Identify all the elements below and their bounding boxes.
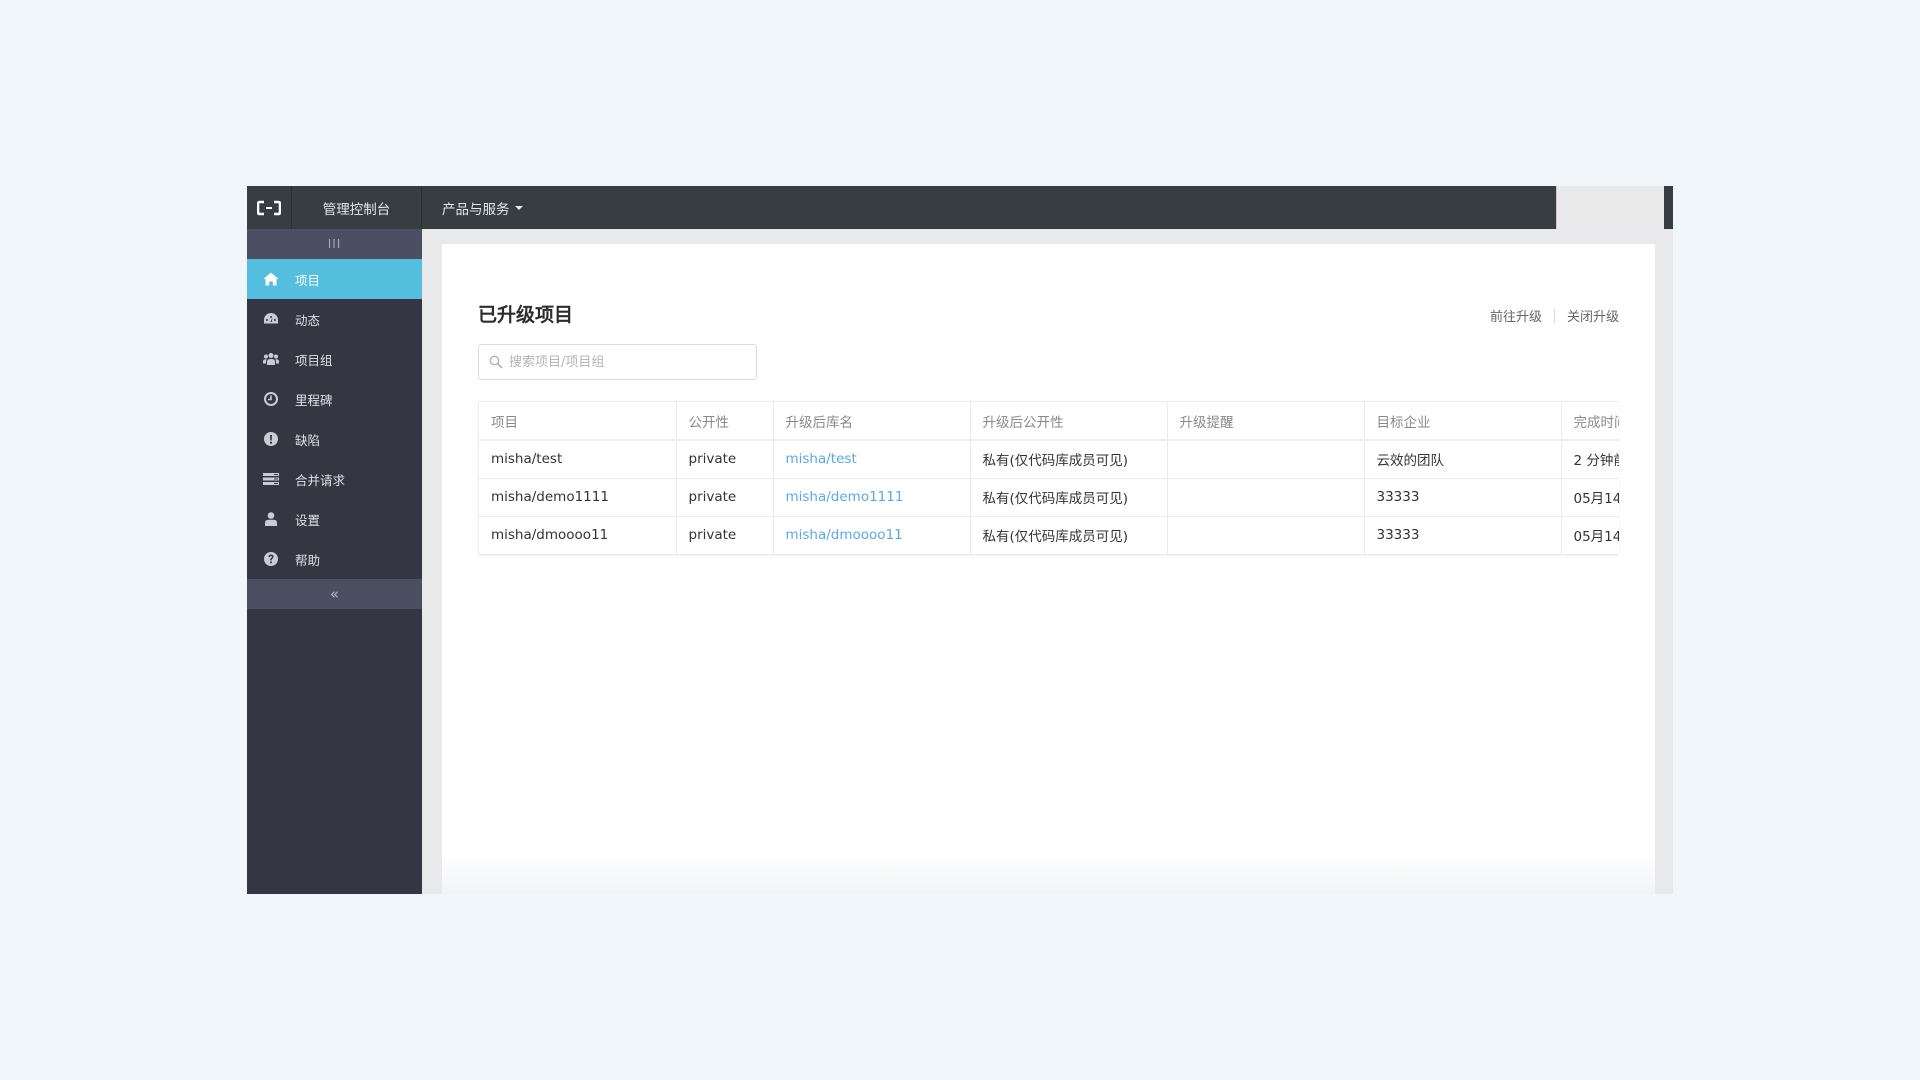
table-row: misha/dmoooo11 private misha/dmoooo11 私有… (479, 516, 1619, 554)
sidebar-toggle-button[interactable]: III (247, 229, 422, 259)
cell-project: misha/demo1111 (479, 478, 677, 517)
cell-reminder (1167, 478, 1365, 517)
products-label: 产品与服务 (442, 201, 510, 218)
app-window: 管理控制台 产品与服务 III 项目 动态 项目组 里程碑 缺陷 合并请求 设置… (247, 186, 1673, 894)
logo-button[interactable] (247, 186, 292, 229)
cell-visibility: private (676, 516, 774, 554)
search-box[interactable] (478, 344, 757, 380)
sidebar-item-label: 设置 (295, 512, 321, 528)
table-row: misha/demo1111 private misha/demo1111 私有… (479, 478, 1619, 517)
sidebar-item-label: 里程碑 (295, 392, 333, 408)
sidebar-item-project-groups[interactable]: 项目组 (247, 339, 422, 379)
cell-completed: 2 分钟前 (1561, 440, 1619, 479)
cell-target: 云效的团队 (1364, 440, 1562, 479)
clock-icon (247, 391, 295, 407)
header-actions: 前往升级 关闭升级 (1490, 306, 1619, 325)
console-link[interactable]: 管理控制台 (292, 186, 422, 229)
cell-new-repo: misha/dmoooo11 (773, 516, 971, 554)
page-title: 已升级项目 (478, 304, 574, 326)
sidebar-item-label: 项目 (295, 272, 321, 288)
column-header-project: 项目 (479, 402, 677, 441)
new-repo-link[interactable]: misha/demo1111 (786, 489, 904, 505)
sidebar-item-label: 项目组 (295, 352, 333, 368)
users-icon (247, 351, 295, 367)
top-navbar: 管理控制台 产品与服务 (247, 186, 1673, 229)
right-gutter (1655, 229, 1673, 894)
sidebar-item-projects[interactable]: 项目 (247, 259, 422, 299)
cell-new-visibility: 私有(仅代码库成员可见) (970, 516, 1168, 554)
column-header-reminder: 升级提醒 (1167, 402, 1365, 441)
column-header-new-repo: 升级后库名 (773, 402, 971, 441)
search-icon (489, 355, 503, 369)
search-input[interactable] (509, 354, 749, 370)
new-repo-link[interactable]: misha/test (786, 451, 857, 467)
cell-visibility: private (676, 440, 774, 479)
upgraded-projects-table: 项目 公开性 升级后库名 升级后公开性 升级提醒 目标企业 完成时间 misha… (478, 401, 1619, 555)
exclamation-icon (247, 431, 295, 447)
home-icon (247, 271, 295, 287)
sidebar-item-defects[interactable]: 缺陷 (247, 419, 422, 459)
sidebar-item-label: 合并请求 (295, 472, 346, 488)
cell-reminder (1167, 440, 1365, 479)
products-services-menu[interactable]: 产品与服务 (422, 186, 523, 229)
cell-project: misha/test (479, 440, 677, 479)
sidebar-item-help[interactable]: 帮助 (247, 539, 422, 579)
cell-completed: 05月14 (1561, 478, 1619, 517)
new-repo-link[interactable]: misha/dmoooo11 (786, 527, 903, 543)
table-header-row: 项目 公开性 升级后库名 升级后公开性 升级提醒 目标企业 完成时间 (479, 402, 1619, 441)
aliyun-logo-icon (257, 200, 281, 215)
cell-target: 33333 (1364, 516, 1562, 554)
cell-target: 33333 (1364, 478, 1562, 517)
column-header-target: 目标企业 (1364, 402, 1562, 441)
dashboard-icon (247, 311, 295, 327)
sidebar-item-merge-requests[interactable]: 合并请求 (247, 459, 422, 499)
merge-request-icon (247, 471, 295, 487)
panel-bottom-fade (442, 854, 1655, 894)
sidebar-item-label: 缺陷 (295, 432, 321, 448)
divider (1553, 308, 1555, 323)
cell-new-visibility: 私有(仅代码库成员可见) (970, 440, 1168, 479)
close-upgrade-link[interactable]: 关闭升级 (1567, 306, 1619, 325)
cell-new-repo: misha/test (773, 440, 971, 479)
content-panel: 已升级项目 前往升级 关闭升级 项目 公开性 升级后库名 升级后公开性 (442, 244, 1655, 894)
table-row: misha/test private misha/test 私有(仅代码库成员可… (479, 440, 1619, 479)
cell-reminder (1167, 516, 1365, 554)
cell-completed: 05月14 (1561, 516, 1619, 554)
sidebar: III 项目 动态 项目组 里程碑 缺陷 合并请求 设置 帮助 « (247, 229, 422, 894)
cell-visibility: private (676, 478, 774, 517)
cell-new-repo: misha/demo1111 (773, 478, 971, 517)
column-header-new-visibility: 升级后公开性 (970, 402, 1168, 441)
sidebar-collapse-button[interactable]: « (247, 579, 422, 609)
cell-project: misha/dmoooo11 (479, 516, 677, 554)
sidebar-item-label: 帮助 (295, 552, 321, 568)
sidebar-item-label: 动态 (295, 312, 321, 328)
caret-down-icon (514, 205, 523, 210)
sidebar-item-settings[interactable]: 设置 (247, 499, 422, 539)
cell-new-visibility: 私有(仅代码库成员可见) (970, 478, 1168, 517)
goto-upgrade-link[interactable]: 前往升级 (1490, 306, 1542, 325)
topbar-edge (1664, 186, 1673, 229)
question-icon (247, 551, 295, 567)
sidebar-item-milestones[interactable]: 里程碑 (247, 379, 422, 419)
column-header-visibility: 公开性 (676, 402, 774, 441)
column-header-completed: 完成时间 (1561, 402, 1619, 441)
user-area[interactable] (1556, 186, 1664, 229)
sidebar-item-activity[interactable]: 动态 (247, 299, 422, 339)
user-icon (247, 511, 295, 527)
